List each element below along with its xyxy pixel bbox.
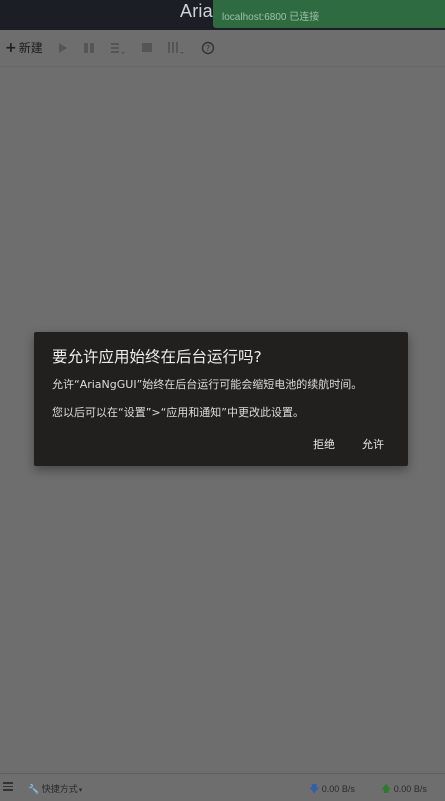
background-permission-dialog: 要允许应用始终在后台运行吗? 允许“AriaNgGUI”始终在后台运行可能会缩短… (34, 332, 408, 466)
status-bar: 🔧 快捷方式▾ 🡇 0.00 B/s 🡅 0.00 B/s (0, 773, 445, 801)
new-task-button[interactable]: + 新建 (5, 39, 43, 57)
dialog-hint: 您以后可以在“设置”>“应用和通知”中更改此设置。 (52, 406, 305, 419)
upload-arrow-icon: 🡅 (381, 784, 392, 795)
toolbar: + 新建 ? (0, 30, 445, 67)
plus-icon: + (5, 40, 17, 56)
svg-text:?: ? (206, 44, 210, 53)
stop-button[interactable] (141, 39, 153, 57)
download-speed: 🡇 0.00 B/s (309, 782, 355, 799)
caret-down-icon: ▾ (78, 787, 83, 794)
pause-icon (84, 43, 94, 53)
download-speed-value: 0.00 B/s (321, 784, 355, 794)
download-arrow-icon: 🡇 (309, 784, 320, 795)
connection-toast[interactable]: localhost:6800 已连接 (213, 0, 445, 28)
sort-icon (111, 43, 125, 54)
start-button[interactable] (58, 39, 68, 57)
shortcut-menu[interactable]: 🔧 快捷方式▾ (28, 782, 82, 795)
help-button[interactable]: ? (201, 39, 215, 57)
upload-speed-value: 0.00 B/s (393, 784, 427, 794)
play-icon (59, 43, 67, 53)
menu-icon[interactable] (3, 782, 13, 793)
filter-button[interactable] (167, 39, 185, 57)
sort-button[interactable] (110, 39, 126, 57)
dialog-message: 允许“AriaNgGUI”始终在后台运行可能会缩短电池的续航时间。 (52, 378, 363, 391)
toast-text: localhost:6800 已连接 (222, 12, 320, 23)
dialog-title: 要允许应用始终在后台运行吗? (52, 348, 262, 366)
new-task-label: 新建 (18, 41, 43, 55)
upload-speed: 🡅 0.00 B/s (381, 782, 427, 799)
pause-button[interactable] (83, 39, 95, 57)
help-icon: ? (201, 41, 215, 55)
wrench-icon: 🔧 (28, 784, 40, 794)
deny-button[interactable]: 拒绝 (313, 436, 335, 452)
filter-icon (168, 42, 184, 54)
stop-icon (142, 43, 152, 52)
allow-button[interactable]: 允许 (362, 436, 384, 452)
shortcut-label: 快捷方式 (41, 784, 78, 794)
